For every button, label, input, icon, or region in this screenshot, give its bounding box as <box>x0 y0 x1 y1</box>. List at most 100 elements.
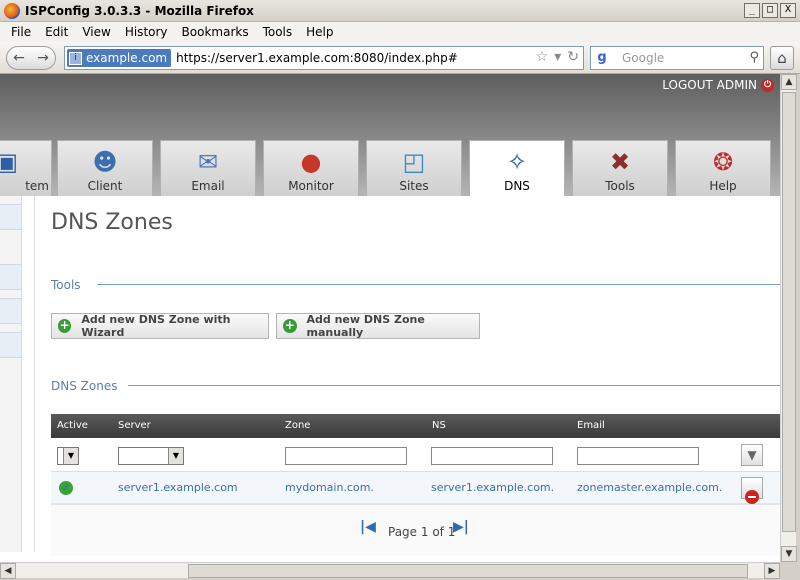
google-icon[interactable]: g <box>594 50 610 66</box>
logout-link[interactable]: LOGOUT ADMIN ⏻ <box>662 78 774 92</box>
maximize-button[interactable]: □ <box>762 3 778 18</box>
dropdown-arrow-icon[interactable]: ▾ <box>554 49 561 65</box>
table-header: Active Server Zone NS Email <box>51 414 780 438</box>
delete-button[interactable] <box>741 477 763 504</box>
scroll-down-icon[interactable]: ▼ <box>781 546 797 562</box>
navigation-toolbar: ← → i example.com https://server1.exampl… <box>0 42 800 74</box>
dns-zones-heading: DNS Zones <box>51 379 118 393</box>
minimize-button[interactable]: _ <box>744 3 760 18</box>
forward-arrow-icon[interactable]: → <box>37 50 49 66</box>
search-bar[interactable]: g Google ⚲ <box>590 46 764 70</box>
tools-divider <box>97 284 780 285</box>
menu-tools[interactable]: Tools <box>256 25 300 39</box>
back-arrow-icon[interactable]: ← <box>13 50 25 66</box>
column-header-active[interactable]: Active <box>57 420 88 431</box>
tab-label: Monitor <box>288 179 334 193</box>
menu-history[interactable]: History <box>118 25 175 39</box>
search-icon[interactable]: ⚲ <box>749 50 759 65</box>
sidebar-divider <box>34 196 35 552</box>
menu-edit[interactable]: Edit <box>38 25 75 39</box>
tab-label: tem <box>25 179 49 193</box>
horizontal-scroll-thumb[interactable] <box>188 564 748 578</box>
vertical-scrollbar[interactable]: ▲ ▼ <box>780 74 797 562</box>
column-header-zone[interactable]: Zone <box>285 420 310 431</box>
column-header-ns[interactable]: NS <box>432 420 446 431</box>
traffic-light-icon: ● <box>300 148 322 176</box>
site-identity-badge[interactable]: i example.com <box>67 49 172 67</box>
tab-help[interactable]: ❂ Help <box>675 140 771 196</box>
tab-label: DNS <box>504 179 530 193</box>
menu-bookmarks[interactable]: Bookmarks <box>175 25 256 39</box>
close-button[interactable]: X <box>780 3 796 18</box>
tab-label: Client <box>87 179 123 193</box>
home-icon: ⌂ <box>777 49 787 67</box>
tab-label: Tools <box>605 179 635 193</box>
column-header-email[interactable]: Email <box>577 420 605 431</box>
globe-folder-icon: ◰ <box>402 148 426 176</box>
scroll-up-icon[interactable]: ▲ <box>781 74 797 90</box>
scroll-right-icon[interactable]: ▶ <box>764 563 780 579</box>
active-check-icon: ✓ <box>59 481 73 495</box>
sidebar-item[interactable] <box>0 298 21 324</box>
url-bar[interactable]: i example.com https://server1.example.co… <box>64 46 584 70</box>
chevron-down-icon: ▼ <box>168 448 183 464</box>
bookmark-star-icon[interactable]: ☆ <box>536 49 549 65</box>
site-badge-label: example.com <box>86 51 168 65</box>
wrench-screwdriver-icon: ✖ <box>609 148 631 176</box>
sidebar-item[interactable] <box>0 204 21 230</box>
dns-zones-divider <box>128 385 780 386</box>
tab-label: Help <box>709 179 737 193</box>
url-text[interactable]: https://server1.example.com:8080/index.p… <box>176 51 458 65</box>
network-nodes-icon: ✧ <box>506 148 528 176</box>
window-controls: _ □ X <box>744 3 796 18</box>
menu-view[interactable]: View <box>75 25 117 39</box>
funnel-icon: ▼ <box>747 448 757 462</box>
scroll-left-icon[interactable]: ◀ <box>0 563 16 579</box>
cell-zone[interactable]: mydomain.com. <box>285 481 374 494</box>
menu-help[interactable]: Help <box>299 25 340 39</box>
add-dns-zone-wizard-button[interactable]: + Add new DNS Zone with Wizard <box>51 313 269 339</box>
cell-server[interactable]: server1.example.com <box>118 481 238 494</box>
tab-client[interactable]: ☻ Client <box>57 140 153 196</box>
url-bar-icons: ☆ ▾ ↻ <box>536 49 579 65</box>
zone-filter-input[interactable] <box>285 447 407 465</box>
add-dns-zone-manual-button[interactable]: + Add new DNS Zone manually <box>276 313 480 339</box>
sidebar-item[interactable] <box>0 332 21 358</box>
home-button[interactable]: ⌂ <box>770 46 794 70</box>
vertical-scroll-thumb[interactable] <box>782 92 796 532</box>
horizontal-scrollbar[interactable]: ◀ ▶ <box>0 562 780 579</box>
pager: |◀ Page 1 of 1 ▶| <box>51 504 780 556</box>
sidebar-item[interactable] <box>0 264 21 290</box>
site-identity-icon: i <box>69 51 82 65</box>
column-header-server[interactable]: Server <box>118 420 151 431</box>
tools-heading: Tools <box>51 278 81 292</box>
table-row[interactable]: ✓ server1.example.com mydomain.com. serv… <box>51 472 780 504</box>
back-forward-buttons: ← → <box>6 46 56 70</box>
server-filter-select[interactable]: ▼ <box>118 447 184 465</box>
cell-ns[interactable]: server1.example.com. <box>431 481 554 494</box>
tab-email[interactable]: ✉ Email <box>160 140 256 196</box>
active-filter-select[interactable]: ▼ <box>57 447 79 465</box>
reload-icon[interactable]: ↻ <box>567 49 579 65</box>
tab-label: Email <box>191 179 225 193</box>
email-filter-input[interactable] <box>577 447 699 465</box>
ns-filter-input[interactable] <box>431 447 553 465</box>
tab-sites[interactable]: ◰ Sites <box>366 140 462 196</box>
tab-dns[interactable]: ✧ DNS <box>469 140 565 196</box>
search-input[interactable]: Google <box>622 51 664 65</box>
filter-button[interactable]: ▼ <box>741 444 763 466</box>
last-page-icon[interactable]: ▶| <box>453 519 469 535</box>
dns-zones-table: Active Server Zone NS Email ▼ ▼ ▼ ✓ serv… <box>51 414 780 556</box>
logout-label: LOGOUT ADMIN <box>662 78 757 92</box>
users-icon: ☻ <box>92 148 118 176</box>
tab-tools[interactable]: ✖ Tools <box>572 140 668 196</box>
lifebuoy-icon: ❂ <box>712 148 734 176</box>
plus-icon: + <box>283 318 297 333</box>
filter-row: ▼ ▼ ▼ <box>51 438 780 472</box>
cell-email[interactable]: zonemaster.example.com. <box>577 481 722 494</box>
window-titlebar: ISPConfig 3.0.3.3 - Mozilla Firefox _ □ … <box>0 0 800 22</box>
menu-file[interactable]: File <box>4 25 38 39</box>
tab-monitor[interactable]: ● Monitor <box>263 140 359 196</box>
first-page-icon[interactable]: |◀ <box>360 519 376 535</box>
tab-system[interactable]: ▣ tem <box>0 140 52 196</box>
